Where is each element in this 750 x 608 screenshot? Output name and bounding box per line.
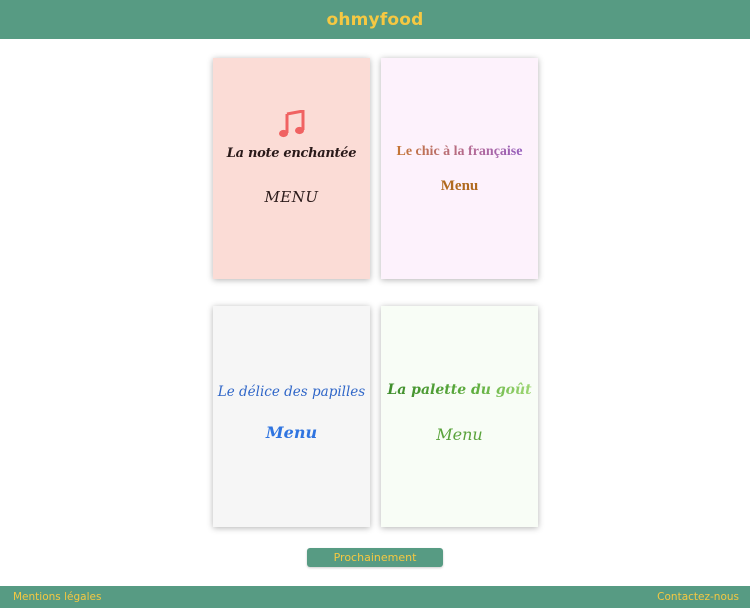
music-note-icon <box>213 109 370 144</box>
contact-link[interactable]: Contactez-nous <box>657 591 739 603</box>
restaurant-title: Le chic à la française <box>381 144 538 160</box>
prochainement-button[interactable]: Prochainement <box>307 548 443 567</box>
restaurant-card-note-enchantee[interactable]: La note enchantée MENU <box>213 58 370 279</box>
menu-link[interactable]: Menu <box>381 425 538 444</box>
menu-link[interactable]: MENU <box>213 188 370 206</box>
restaurant-card-delice-papilles[interactable]: Le délice des papilles Menu <box>213 306 370 527</box>
restaurant-title: La palette du goût <box>381 382 538 398</box>
menu-link[interactable]: Menu <box>381 178 538 195</box>
restaurant-title: La note enchantée <box>226 146 357 161</box>
legal-notice-link[interactable]: Mentions légales <box>13 591 101 603</box>
menu-link[interactable]: Menu <box>213 423 370 442</box>
site-footer: Mentions légales Contactez-nous <box>0 586 750 608</box>
restaurant-card-palette-gout[interactable]: La palette du goût Menu <box>381 306 538 527</box>
site-header: ohmyfood <box>0 0 750 39</box>
site-logo[interactable]: ohmyfood <box>326 10 423 30</box>
restaurant-title: Le délice des papilles <box>217 384 366 400</box>
restaurant-card-chic-francaise[interactable]: Le chic à la française Menu <box>381 58 538 279</box>
